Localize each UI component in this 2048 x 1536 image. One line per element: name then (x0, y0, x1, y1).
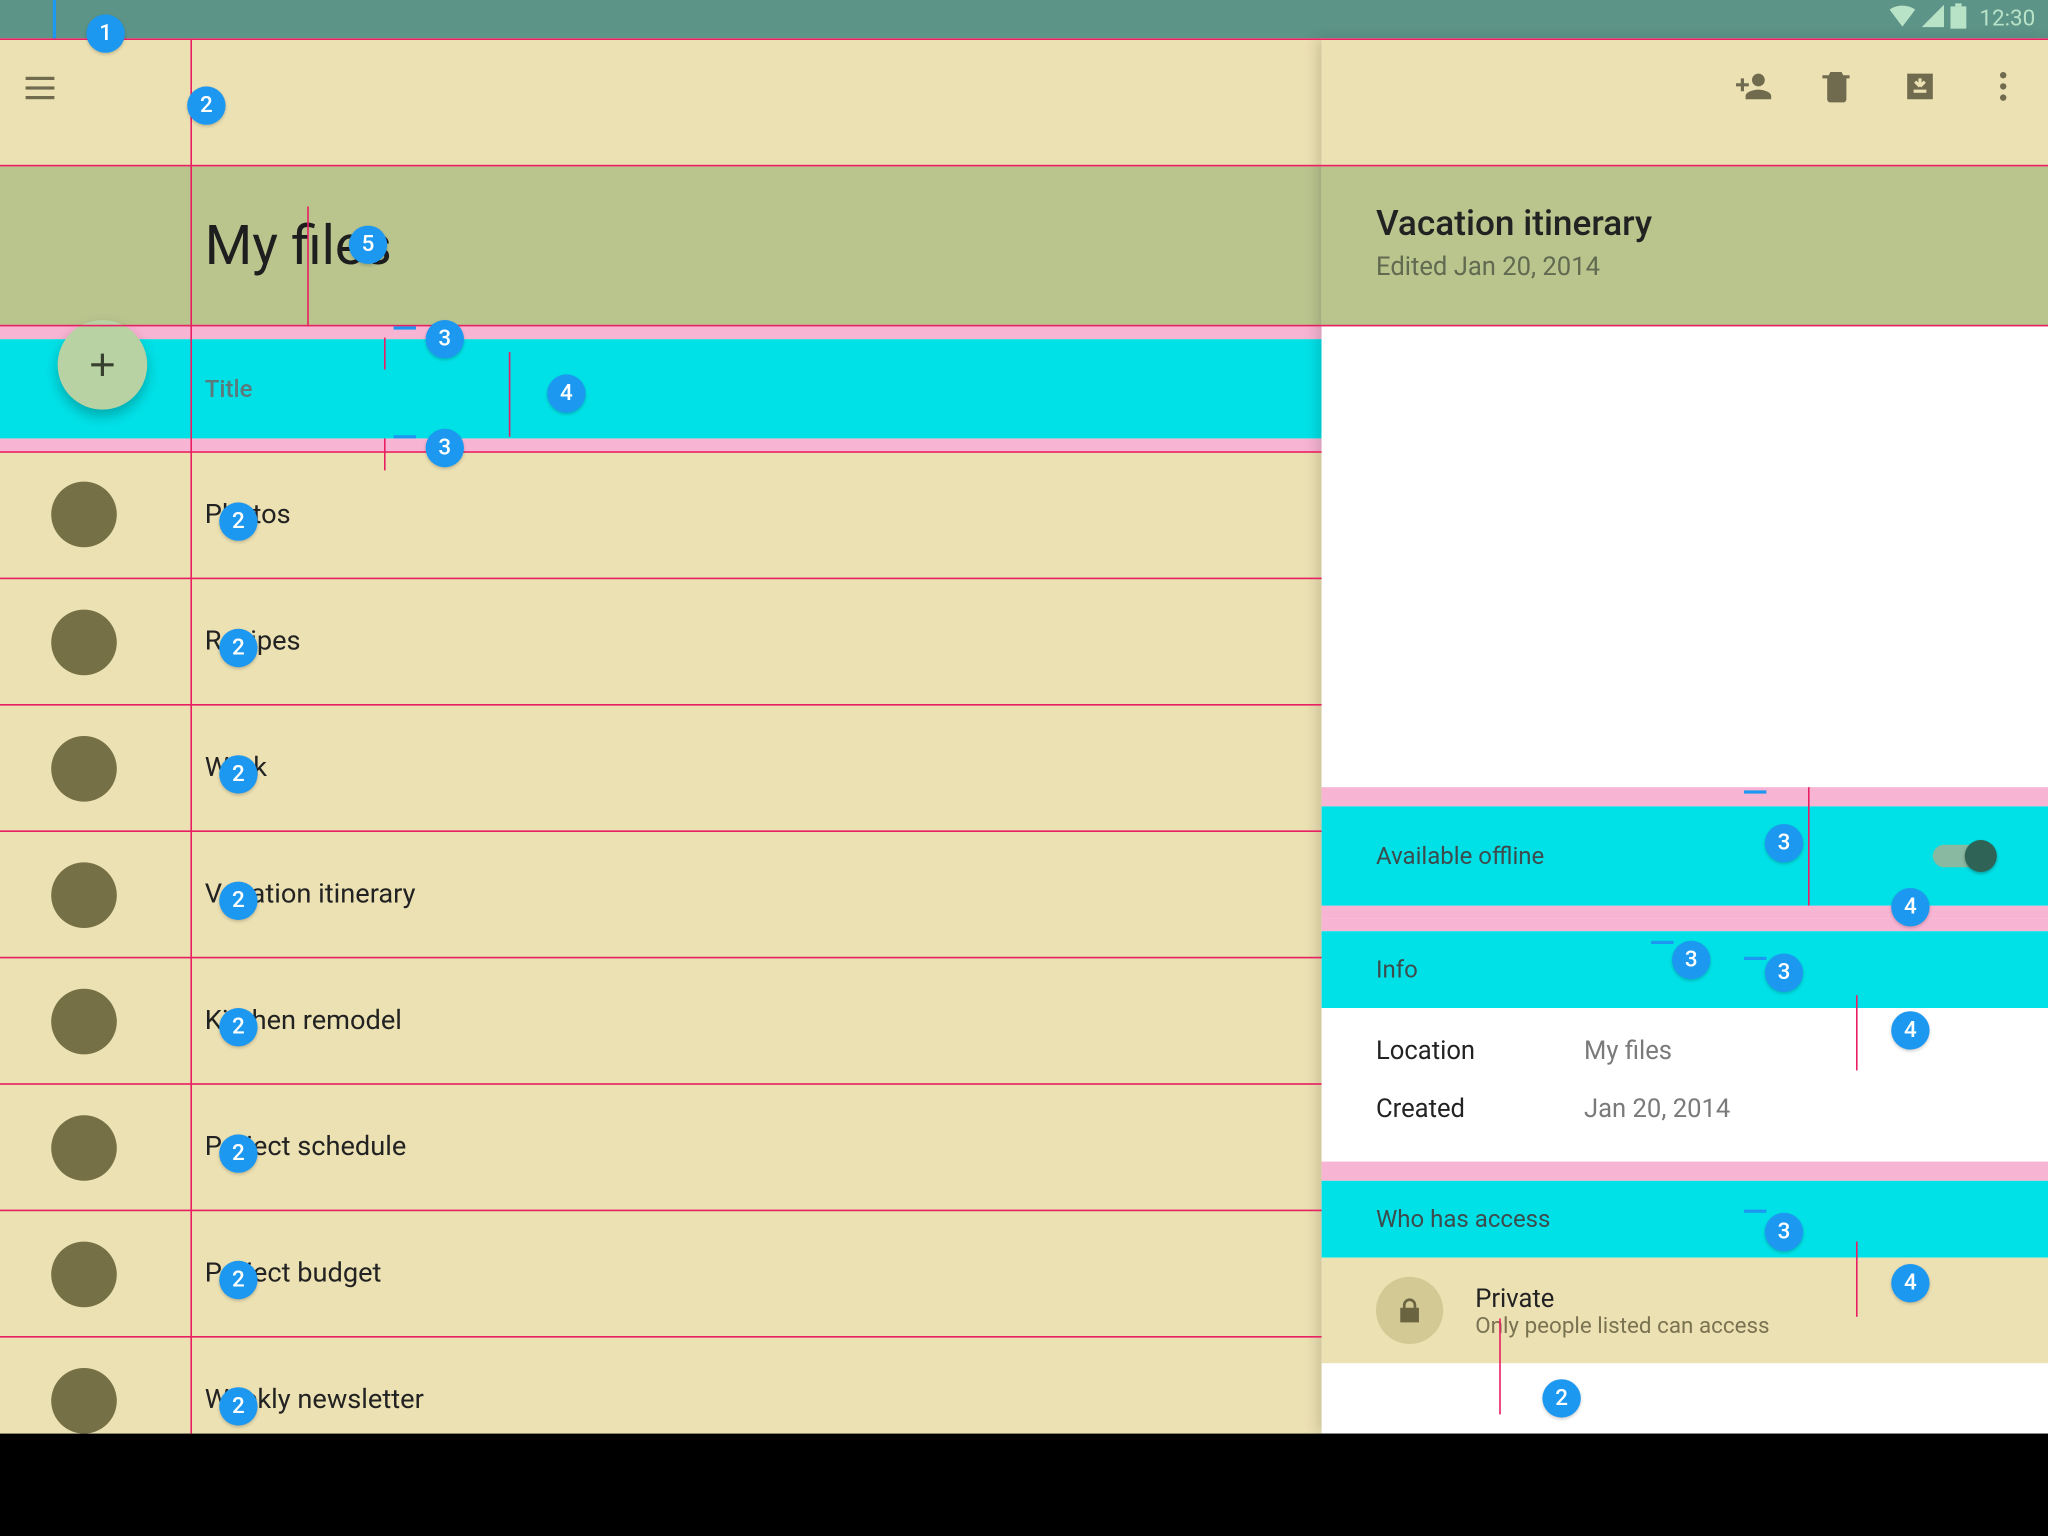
section-offline: Available offline (1322, 806, 2048, 905)
app-bar (0, 38, 1322, 166)
info-value: Jan 20, 2014 (1584, 1092, 1730, 1122)
column-header[interactable]: Title (0, 339, 1322, 438)
info-value: My files (1584, 1034, 1672, 1064)
wifi-icon (1890, 5, 1916, 34)
list-item-label: Kitchen remodel (205, 1005, 402, 1037)
detail-header: Vacation itinerary Edited Jan 20, 2014 (1322, 166, 2048, 326)
list-item-label: Project budget (205, 1258, 382, 1290)
cell-signal-icon (1922, 5, 1944, 34)
avatar (51, 1367, 117, 1433)
file-list: Photos Recipes Work Vacation itinerary Kitch… (0, 451, 1322, 1462)
access-item-title: Private (1475, 1282, 1769, 1312)
list-item-label: Photos (205, 498, 291, 530)
detail-preview (1322, 326, 2048, 787)
list-item[interactable]: Photos (0, 451, 1322, 577)
add-person-icon[interactable] (1734, 67, 1772, 105)
column-header-label: Title (205, 374, 253, 403)
avatar (51, 862, 117, 928)
list-item[interactable]: Kitchen remodel (0, 957, 1322, 1083)
info-table: Location My files Created Jan 20, 2014 (1322, 1008, 2048, 1162)
fab-add[interactable] (58, 320, 148, 410)
detail-title: Vacation itinerary (1376, 205, 2048, 245)
info-key: Location (1376, 1034, 1584, 1064)
avatar (51, 1241, 117, 1307)
avatar (51, 1114, 117, 1180)
info-row-location: Location My files (1376, 1021, 1994, 1079)
lock-avatar (1376, 1277, 1443, 1344)
clock-text: 12:30 (1979, 6, 2035, 32)
download-icon[interactable] (1901, 67, 1939, 105)
offline-switch[interactable] (1933, 840, 1997, 872)
plus-icon (83, 346, 121, 384)
list-item-label: Recipes (205, 626, 301, 658)
access-item[interactable]: Private Only people listed can access (1322, 1258, 2048, 1364)
detail-app-bar (1322, 38, 2048, 166)
info-label: Info (1376, 955, 1418, 984)
list-item[interactable]: Vacation itinerary (0, 830, 1322, 956)
trash-icon[interactable] (1818, 67, 1856, 105)
overflow-icon[interactable] (1984, 67, 2022, 105)
avatar (51, 988, 117, 1054)
status-bar: 12:30 (0, 0, 2048, 38)
info-row-created: Created Jan 20, 2014 (1376, 1078, 1994, 1136)
detail-subtitle: Edited Jan 20, 2014 (1376, 251, 2048, 281)
page-title: My files (205, 214, 392, 278)
list-item-label: Weekly newsletter (205, 1384, 424, 1416)
right-pane: Vacation itinerary Edited Jan 20, 2014 A… (1322, 38, 2048, 1433)
left-pane: My files Title Photos Recipes Work Vacation… (0, 38, 1322, 1433)
lock-icon (1394, 1294, 1426, 1326)
info-key: Created (1376, 1092, 1584, 1122)
list-item-label: Project schedule (205, 1131, 407, 1163)
avatar (51, 482, 117, 548)
list-item[interactable]: Recipes (0, 578, 1322, 704)
access-item-subtitle: Only people listed can access (1475, 1313, 1769, 1339)
section-info-header: Info (1322, 931, 2048, 1008)
access-label: Who has access (1376, 1205, 1550, 1234)
avatar (51, 735, 117, 801)
list-item[interactable]: Project budget (0, 1210, 1322, 1336)
list-item[interactable]: Project schedule (0, 1083, 1322, 1209)
list-item[interactable]: Work (0, 704, 1322, 830)
menu-icon[interactable] (26, 70, 64, 108)
list-item-label: Work (205, 752, 267, 784)
offline-label: Available offline (1376, 842, 1544, 871)
battery-icon (1951, 3, 1967, 35)
section-access-header: Who has access (1322, 1181, 2048, 1258)
avatar (51, 609, 117, 675)
list-item-label: Vacation itinerary (205, 878, 416, 910)
page-header: My files (0, 166, 1322, 326)
